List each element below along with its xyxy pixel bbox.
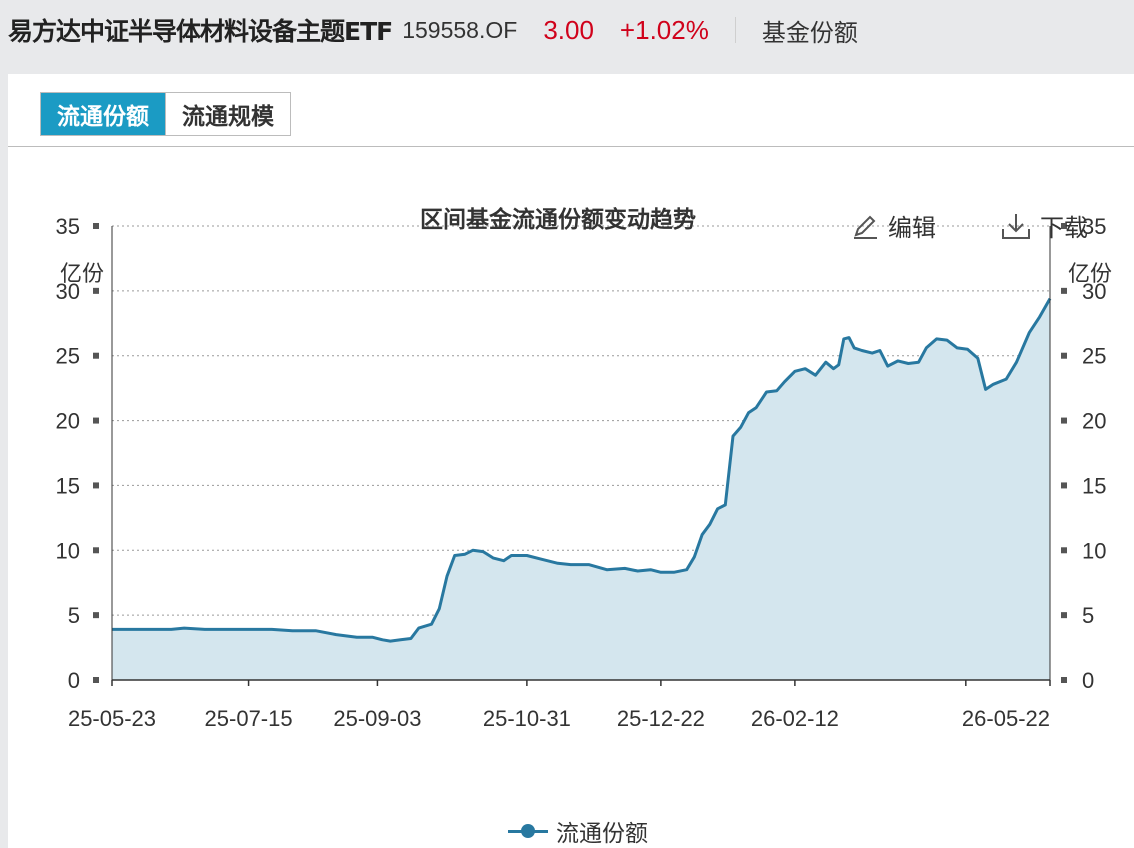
y-tick-mark-right [1061,612,1067,619]
y-tick-mark-right [1061,677,1067,683]
y-tick-label-right: 20 [1082,409,1106,434]
y-unit-left: 亿份 [60,262,105,287]
x-tick-label: 26-05-22 [962,706,1050,731]
y-tick-label-left: 5 [68,603,80,628]
x-tick-label: 25-10-31 [483,706,571,731]
y-tick-mark-right [1061,417,1067,424]
y-tick-mark-right [1061,482,1067,489]
y-tick-mark-left [93,352,99,359]
y-tick-label-left: 15 [56,473,80,498]
y-tick-mark-left [93,417,99,424]
y-tick-mark-left [93,677,99,683]
y-tick-label-right: 25 [1082,344,1106,369]
x-tick-label: 25-07-15 [205,706,293,731]
download-label: 下载 [1040,214,1088,242]
chart-area: 0 0 5 5 10 10 15 15 20 20 25 25 30 30 35 35 25-05-23 25-0… [0,0,1126,774]
share-trend-chart[interactable]: 0 05 510 1015 1520 2025 2530 3035 3525-05-23 25-0… [0,0,1126,774]
pencil-icon [854,215,877,239]
edit-button[interactable]: 编辑 [850,208,936,243]
y-tick-label-left: 20 [56,409,80,434]
y-tick-mark-left [93,223,99,229]
edit-label: 编辑 [888,214,936,242]
y-tick-mark-right [1061,287,1067,294]
y-tick-label-right: 10 [1082,538,1106,563]
download-button[interactable]: 下载 [1000,208,1088,243]
y-unit-right: 亿份 [1068,262,1113,287]
y-tick-mark-left [93,612,99,619]
y-tick-label-left: 25 [56,344,80,369]
y-tick-mark-left [93,287,99,294]
x-tick-label: 25-09-03 [333,706,421,731]
legend-label: 流通份额 [556,821,648,847]
y-tick-label-left: 35 [56,214,80,239]
legend-marker-icon [508,821,548,841]
y-tick-label-left: 0 [68,668,80,693]
y-tick-mark-right [1061,352,1067,359]
y-tick-label-right: 0 [1082,668,1094,693]
y-tick-label-right: 5 [1082,603,1094,628]
y-tick-label-right: 15 [1082,473,1106,498]
x-tick-label: 25-12-22 [617,706,705,731]
download-icon [1002,213,1030,239]
x-tick-label: 25-05-23 [68,706,156,731]
y-tick-label-left: 10 [56,538,80,563]
y-tick-mark-right [1061,547,1067,554]
legend-item[interactable]: 流通份额 [508,814,648,848]
x-tick-label: 26-02-12 [751,706,839,731]
y-tick-mark-left [93,482,99,489]
chart-title: 区间基金流通份额变动趋势 [420,207,696,233]
y-tick-mark-left [93,547,99,554]
